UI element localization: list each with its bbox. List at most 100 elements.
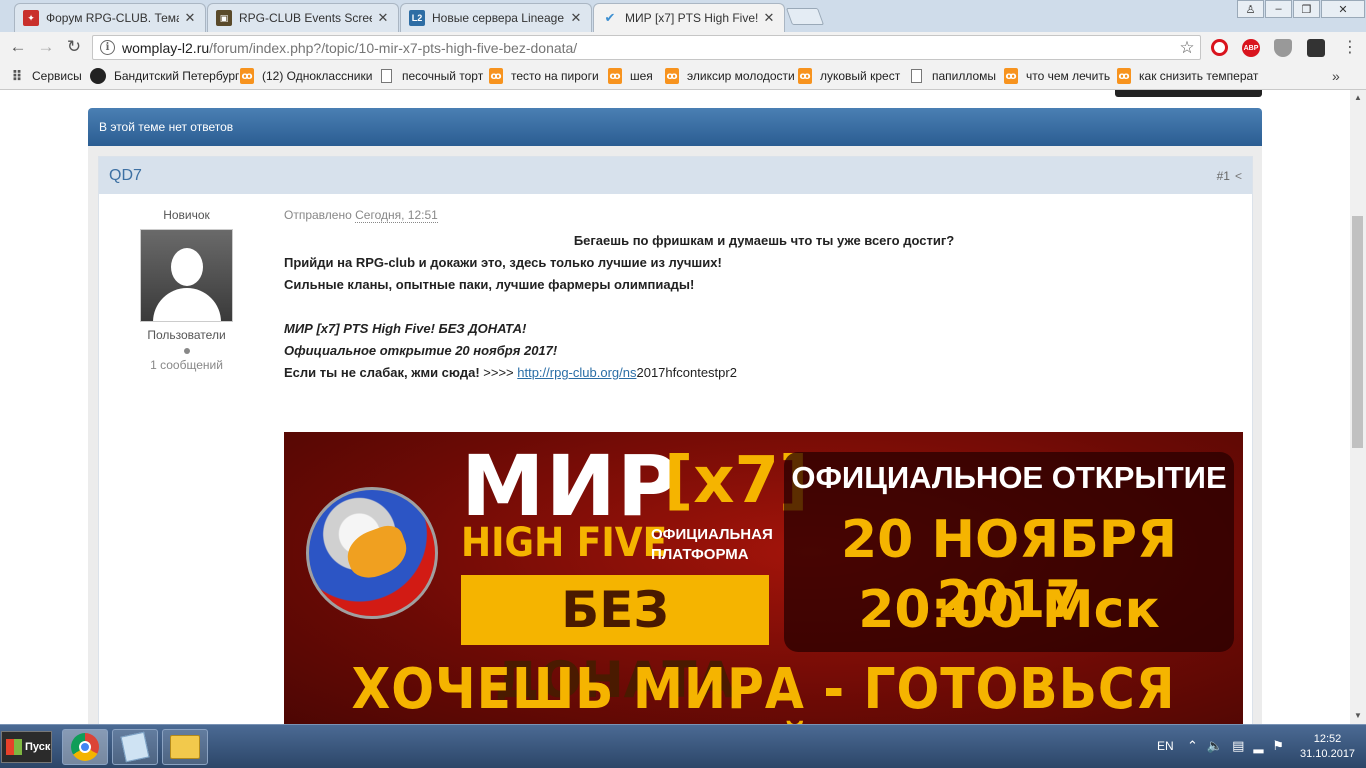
more-bookmarks-icon[interactable]: » <box>1332 68 1340 84</box>
banner-no-donate: БЕЗ ДОНАТА <box>461 575 769 709</box>
odnoklassniki-icon: ꝏ <box>240 68 254 84</box>
bookmark-what-to-treat[interactable]: ꝏ что чем лечить <box>1004 68 1110 84</box>
windows-flag-icon <box>6 739 22 755</box>
odnoklassniki-icon: ꝏ <box>665 68 679 84</box>
l2-icon: L2 <box>409 10 425 26</box>
user-panel: Новичок Пользователи 1 сообщений <box>99 194 274 372</box>
user-posts-count: 1 сообщений <box>150 358 223 372</box>
taskbar-chrome[interactable] <box>62 729 108 765</box>
adblock-plus-icon[interactable]: ABP <box>1242 39 1260 57</box>
bookmark-neck[interactable]: ꝏ шея <box>608 68 653 84</box>
posted-label: Отправлено <box>284 208 352 222</box>
promo-banner[interactable]: МИР [x7] HIGH FIVE ОФИЦИАЛЬНАЯ ПЛАТФОРМА… <box>284 432 1243 724</box>
folder-icon <box>170 735 200 759</box>
avatar[interactable] <box>140 229 233 322</box>
toolbar: ← → ↻ i womplay-l2.ru/forum/index.php?/t… <box>0 32 1366 62</box>
bookmark-dough[interactable]: ꝏ тесто на пироги <box>489 68 599 84</box>
globe-emblem-icon <box>306 487 438 619</box>
share-icon[interactable]: < <box>1235 169 1242 183</box>
close-icon[interactable]: ✕ <box>183 10 197 26</box>
clock-time: 12:52 <box>1313 733 1342 745</box>
start-button[interactable]: Пуск <box>1 731 52 763</box>
user-rank: Новичок <box>163 208 210 222</box>
scroll-up-icon[interactable]: ▲ <box>1350 90 1366 106</box>
tab-strip: ✦ Форум RPG-CLUB. Тема: М ✕ ▣ RPG-CLUB E… <box>0 0 1366 32</box>
system-tray: ⌃ 🔈 ▤ ▂ ⚑ <box>1187 738 1284 754</box>
clock[interactable]: 12:52 31.10.2017 <box>1300 732 1355 762</box>
avatar-head <box>171 248 203 286</box>
bookmark-elixir[interactable]: ꝏ эликсир молодости <box>665 68 795 84</box>
bookmark-label: шея <box>630 69 653 83</box>
tab-rpg-forum[interactable]: ✦ Форум RPG-CLUB. Тема: М ✕ <box>14 3 206 32</box>
page-scrollbar[interactable]: ▲ ▼ <box>1350 90 1366 724</box>
bookmark-temperature[interactable]: ꝏ как снизить температ <box>1117 68 1258 84</box>
forward-icon[interactable]: → <box>34 36 58 58</box>
tab-lineage-servers[interactable]: L2 Новые сервера Lineage 2 ✕ <box>400 3 592 32</box>
url-host: womplay-l2.ru <box>122 39 210 56</box>
bookmark-label: Бандитский Петербург <box>114 69 240 83</box>
user-group: Пользователи <box>147 328 226 342</box>
clock-date: 31.10.2017 <box>1300 748 1356 760</box>
menu-icon[interactable]: ⋮ <box>1338 36 1362 58</box>
language-indicator[interactable]: EN <box>1157 739 1174 753</box>
banner-time: 20:00 Мск <box>858 580 1160 640</box>
post-header: QD7 #1 < <box>99 157 1252 194</box>
close-icon[interactable]: ✕ <box>762 10 776 26</box>
bookmark-label: что чем лечить <box>1026 69 1111 83</box>
bookmark-bandit[interactable]: Бандитский Петербург <box>90 68 239 84</box>
signal-icon[interactable]: ▂ <box>1253 738 1263 754</box>
page-top-bar <box>1115 90 1262 97</box>
show-hidden-icon[interactable]: ⌃ <box>1187 738 1198 754</box>
post-link[interactable]: http://rpg-club.org/ns <box>517 365 636 380</box>
tab-title: RPG-CLUB Events Screensh <box>239 11 372 25</box>
odnoklassniki-icon: ꝏ <box>608 68 622 84</box>
banner-high-five: HIGH FIVE <box>461 520 668 566</box>
back-icon[interactable]: ← <box>6 36 30 58</box>
bookmark-services[interactable]: ⠿ Сервисы <box>10 68 82 84</box>
bookmark-sand-cake[interactable]: песочный торт <box>381 68 483 84</box>
bookmark-label: песочный торт <box>402 69 484 83</box>
volume-icon[interactable]: 🔈 <box>1207 738 1223 754</box>
post-line-2: Прийди на RPG-club и докажи это, здесь т… <box>284 255 722 270</box>
cast-icon[interactable] <box>1307 39 1325 57</box>
close-icon[interactable]: ✕ <box>376 10 390 26</box>
taskbar-explorer[interactable] <box>162 729 208 765</box>
post-line-6-text: Если ты не слабак, жми сюда! <box>284 365 480 380</box>
browser-chrome: ✦ Форум RPG-CLUB. Тема: М ✕ ▣ RPG-CLUB E… <box>0 0 1366 90</box>
bookmarks-bar: ⠿ Сервисы Бандитский Петербург ꝏ (12) Од… <box>0 62 1366 90</box>
status-dot <box>183 348 190 354</box>
scroll-thumb[interactable] <box>1352 216 1363 448</box>
tab-rpg-screenshots[interactable]: ▣ RPG-CLUB Events Screensh ✕ <box>207 3 399 32</box>
reload-icon[interactable]: ↻ <box>62 36 86 58</box>
start-label: Пуск <box>25 741 51 753</box>
bookmark-onion-cross[interactable]: ꝏ луковый крест <box>798 68 900 84</box>
info-icon[interactable]: i <box>100 40 115 55</box>
network-alert-icon[interactable]: ▤ <box>1232 738 1244 754</box>
minimize-button[interactable]: – <box>1265 0 1292 18</box>
new-tab-button[interactable] <box>785 8 825 25</box>
banner-official-open: ОФИЦИАЛЬНОЕ ОТКРЫТИЕ <box>791 460 1227 495</box>
bookmark-odnoklassniki[interactable]: ꝏ (12) Одноклассники <box>240 68 372 84</box>
bookmark-papillomas[interactable]: папилломы <box>911 68 996 84</box>
odnoklassniki-icon: ꝏ <box>1117 68 1131 84</box>
restore-button[interactable]: ❐ <box>1293 0 1320 18</box>
user-icon[interactable]: ♙ <box>1237 0 1264 18</box>
url-path: /forum/index.php?/topic/10-mir-x7-pts-hi… <box>209 39 578 56</box>
post-line-5: Официальное открытие 20 ноября 2017! <box>284 343 558 358</box>
post-number-link[interactable]: #1 <box>1217 169 1230 183</box>
scroll-down-icon[interactable]: ▼ <box>1350 708 1366 724</box>
taskbar-notepad[interactable] <box>112 729 158 765</box>
post-line-6: Если ты не слабак, жми сюда! >>>> http:/… <box>284 362 1244 384</box>
address-bar[interactable]: i womplay-l2.ru/forum/index.php?/topic/1… <box>92 35 1201 60</box>
bookmark-label: папилломы <box>932 69 997 83</box>
post-author-link[interactable]: QD7 <box>109 167 142 185</box>
close-icon[interactable]: ✕ <box>569 10 583 26</box>
opera-icon[interactable] <box>1211 39 1228 56</box>
shield-icon[interactable] <box>1274 39 1292 57</box>
post-arrows: >>>> <box>479 365 518 380</box>
window-close-button[interactable]: ✕ <box>1321 0 1365 18</box>
url-text[interactable]: womplay-l2.ru/forum/index.php?/topic/10-… <box>122 40 1174 56</box>
flag-icon[interactable]: ⚑ <box>1272 738 1284 754</box>
star-icon[interactable]: ☆ <box>1174 38 1200 58</box>
tab-mir-x7[interactable]: ✔ МИР [x7] PTS High Five! БЕ ✕ <box>593 3 785 32</box>
